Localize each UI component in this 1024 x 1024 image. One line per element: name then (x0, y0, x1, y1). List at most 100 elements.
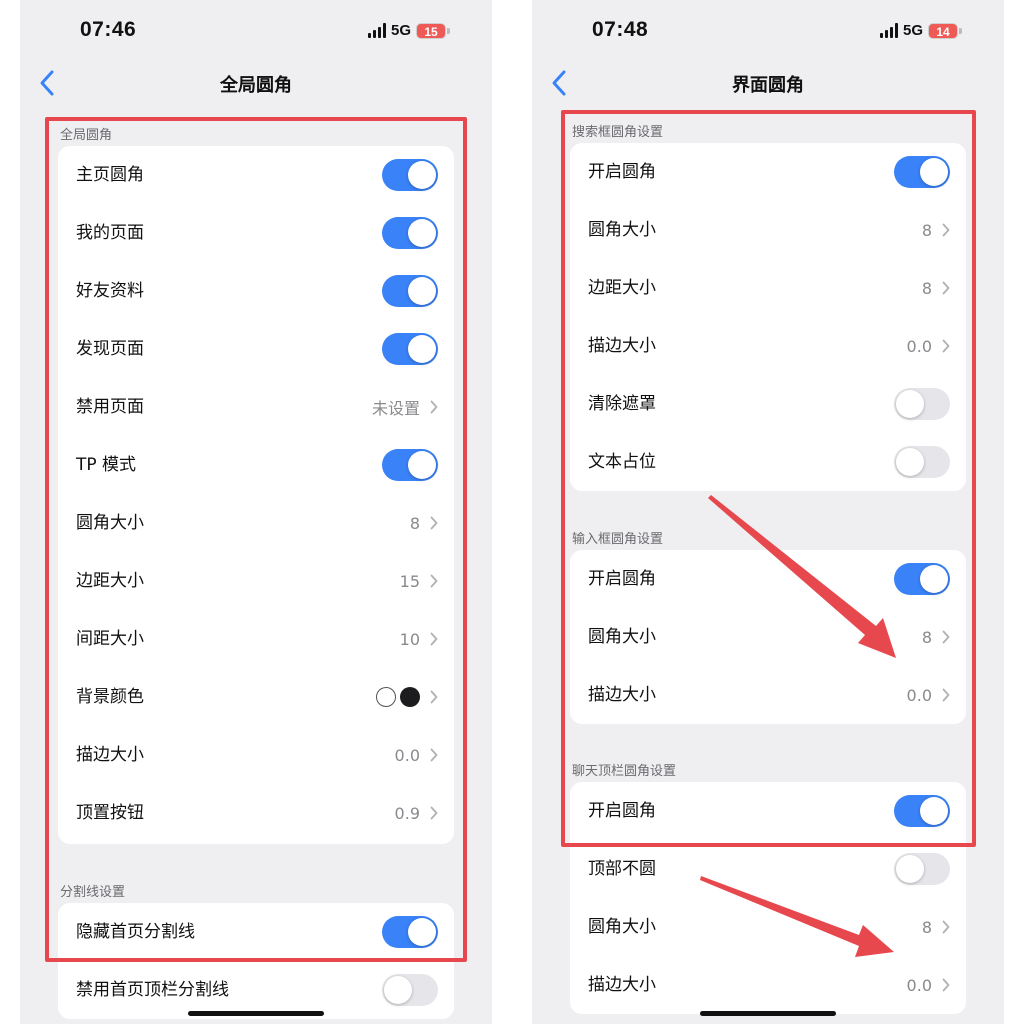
toggle-switch[interactable] (382, 217, 438, 249)
chevron-right-icon (942, 281, 950, 295)
chevron-right-icon (430, 574, 438, 588)
settings-row[interactable]: 文本占位 (570, 433, 966, 491)
row-label: 开启圆角 (588, 801, 656, 821)
signal-icon (367, 23, 386, 38)
chevron-right-icon (942, 630, 950, 644)
row-control: 15 (400, 552, 438, 610)
status-time: 07:48 (592, 18, 649, 41)
section-header-global: 全局圆角 (60, 128, 113, 143)
toggle-knob (896, 855, 924, 883)
settings-row[interactable]: 好友资料 (58, 262, 454, 320)
row-value: 0.0 (394, 745, 420, 765)
row-control (894, 375, 950, 433)
row-control: 未设置 (372, 378, 438, 436)
row-control (894, 550, 950, 608)
settings-row[interactable]: 描边大小 0.0 (58, 726, 454, 784)
toggle-switch[interactable] (382, 333, 438, 365)
chevron-right-icon (942, 688, 950, 702)
toggle-switch[interactable] (894, 563, 950, 595)
settings-row[interactable]: 圆角大小 8 (570, 201, 966, 259)
toggle-knob (408, 335, 436, 363)
toggle-switch[interactable] (894, 853, 950, 885)
settings-row[interactable]: 圆角大小 8 (570, 608, 966, 666)
settings-row[interactable]: 主页圆角 (58, 146, 454, 204)
row-label: 顶置按钮 (76, 803, 144, 823)
network-type: 5G (390, 22, 411, 39)
status-icons: 5G 14 (879, 22, 962, 39)
color-swatch (400, 687, 420, 707)
row-label: 间距大小 (76, 629, 144, 649)
row-label: 开启圆角 (588, 162, 656, 182)
row-label: 好友资料 (76, 281, 144, 301)
row-label: TP 模式 (76, 455, 137, 475)
toggle-knob (408, 918, 436, 946)
chevron-right-icon (430, 690, 438, 704)
toggle-switch[interactable] (382, 275, 438, 307)
toggle-switch[interactable] (382, 974, 438, 1006)
settings-row[interactable]: 顶部不圆 (570, 840, 966, 898)
settings-row[interactable]: 圆角大小 8 (570, 898, 966, 956)
row-value: 8 (921, 278, 932, 298)
color-swatches (376, 687, 420, 707)
row-value: 8 (921, 627, 932, 647)
settings-row[interactable]: 描边大小 0.0 (570, 317, 966, 375)
settings-row[interactable]: 圆角大小 8 (58, 494, 454, 552)
settings-row[interactable]: TP 模式 (58, 436, 454, 494)
signal-icon (879, 23, 898, 38)
settings-row[interactable]: 顶置按钮 0.9 (58, 784, 454, 842)
row-control (382, 146, 438, 204)
toggle-knob (920, 797, 948, 825)
settings-row[interactable]: 描边大小 0.0 (570, 666, 966, 724)
phone-screen-right: 07:48 5G 14 界面圆角 搜索框圆角设置 开启圆角 圆角大小 8 边距大小 8 描… (532, 0, 1004, 1024)
toggle-switch[interactable] (382, 449, 438, 481)
settings-row[interactable]: 间距大小 10 (58, 610, 454, 668)
settings-row[interactable]: 开启圆角 (570, 143, 966, 201)
settings-row[interactable]: 我的页面 (58, 204, 454, 262)
row-control (382, 204, 438, 262)
row-control (382, 903, 438, 961)
toggle-switch[interactable] (894, 795, 950, 827)
toggle-knob (896, 390, 924, 418)
toggle-knob (408, 277, 436, 305)
toggle-knob (896, 448, 924, 476)
row-control (894, 143, 950, 201)
settings-row[interactable]: 隐藏首页分割线 (58, 903, 454, 961)
row-label: 隐藏首页分割线 (76, 922, 195, 942)
toggle-knob (408, 451, 436, 479)
row-value: 0.0 (906, 336, 932, 356)
row-value: 8 (409, 513, 420, 533)
toggle-switch[interactable] (382, 159, 438, 191)
settings-row[interactable]: 背景颜色 (58, 668, 454, 726)
row-control (376, 668, 438, 726)
row-label: 描边大小 (588, 975, 656, 995)
row-label: 边距大小 (76, 571, 144, 591)
settings-row[interactable]: 清除遮罩 (570, 375, 966, 433)
toggle-knob (920, 158, 948, 186)
row-label: 清除遮罩 (588, 394, 656, 414)
row-value: 0.0 (906, 685, 932, 705)
toggle-switch[interactable] (894, 388, 950, 420)
row-control: 0.0 (907, 956, 950, 1014)
toggle-switch[interactable] (894, 446, 950, 478)
toggle-switch[interactable] (894, 156, 950, 188)
settings-row[interactable]: 开启圆角 (570, 550, 966, 608)
settings-row[interactable]: 边距大小 15 (58, 552, 454, 610)
row-label: 描边大小 (588, 336, 656, 356)
chevron-right-icon (430, 516, 438, 530)
settings-row[interactable]: 边距大小 8 (570, 259, 966, 317)
chevron-right-icon (430, 748, 438, 762)
chevron-right-icon (942, 920, 950, 934)
row-control (382, 436, 438, 494)
nav-bar: 全局圆角 (20, 62, 492, 106)
settings-row[interactable]: 描边大小 0.0 (570, 956, 966, 1014)
section-header-search: 搜索框圆角设置 (572, 125, 664, 140)
toggle-switch[interactable] (382, 916, 438, 948)
settings-row[interactable]: 开启圆角 (570, 782, 966, 840)
settings-row[interactable]: 发现页面 (58, 320, 454, 378)
settings-card-input: 开启圆角 圆角大小 8 描边大小 0.0 (570, 550, 966, 724)
row-label: 顶部不圆 (588, 859, 656, 879)
color-swatch (376, 687, 396, 707)
settings-row[interactable]: 禁用页面 未设置 (58, 378, 454, 436)
row-control: 0.0 (395, 726, 438, 784)
row-label: 圆角大小 (588, 220, 656, 240)
